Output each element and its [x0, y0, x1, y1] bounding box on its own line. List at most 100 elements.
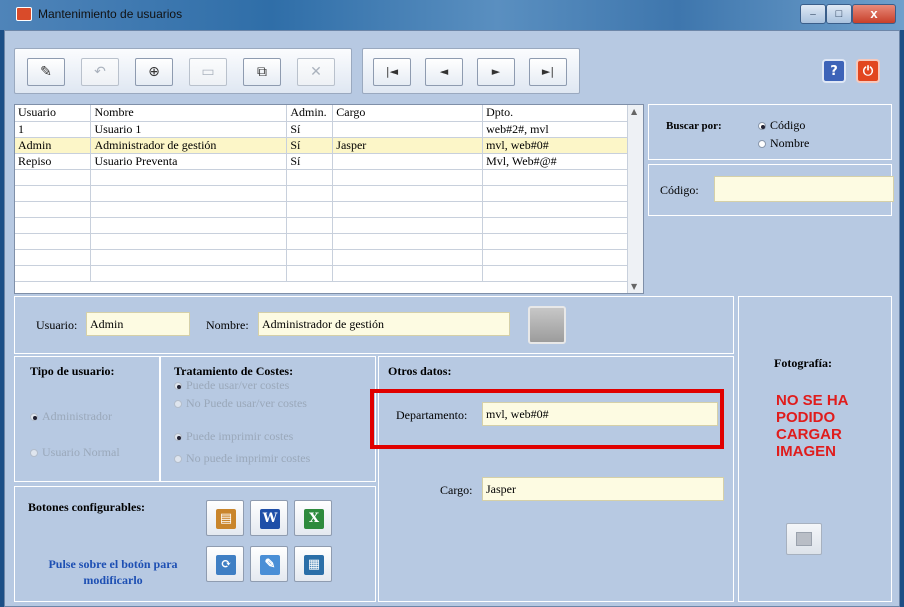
cell-usuario[interactable] [15, 249, 92, 266]
next-record-button[interactable]: ► [477, 58, 515, 86]
cell-dpto[interactable] [482, 169, 629, 186]
no-puede-ver-costes-label[interactable]: No Puede usar/ver costes [186, 396, 307, 411]
cargo-field[interactable]: Jasper [482, 477, 724, 501]
column-header-nombre[interactable]: Nombre [90, 105, 288, 122]
cell-cargo[interactable] [332, 201, 484, 218]
config-button-excel[interactable]: X [294, 500, 332, 536]
grid-scrollbar[interactable]: ▲ ▼ [627, 105, 643, 293]
table-row[interactable]: Repiso Usuario Preventa Sí Mvl, Web#@# [15, 153, 629, 170]
cell-dpto[interactable] [482, 233, 629, 250]
cell-admin[interactable] [286, 217, 334, 234]
cell-nombre[interactable] [90, 185, 288, 202]
config-button-word[interactable]: W [250, 500, 288, 536]
table-row[interactable]: 1 Usuario 1 Sí web#2#, mvl [15, 121, 629, 138]
cell-admin[interactable] [286, 265, 334, 282]
usuario-normal-radio[interactable] [30, 449, 38, 457]
search-by-nombre-radio[interactable] [758, 140, 766, 148]
cell-admin[interactable]: Sí [286, 137, 334, 154]
table-row[interactable] [15, 169, 629, 186]
usuario-normal-label[interactable]: Usuario Normal [42, 445, 120, 460]
cell-usuario[interactable] [15, 185, 92, 202]
minimize-button[interactable]: – [800, 4, 826, 24]
table-row[interactable] [15, 249, 629, 266]
last-record-button[interactable]: ►| [529, 58, 567, 86]
puede-ver-costes-radio[interactable] [174, 382, 182, 390]
column-header-usuario[interactable]: Usuario [15, 105, 92, 122]
cell-admin[interactable] [286, 249, 334, 266]
cell-nombre[interactable]: Usuario Preventa [90, 153, 288, 170]
close-button[interactable]: x [852, 4, 896, 24]
help-button[interactable]: ? [822, 59, 846, 83]
edit-button[interactable]: ✎ [27, 58, 65, 86]
search-by-nombre-label[interactable]: Nombre [770, 136, 809, 151]
cell-usuario[interactable] [15, 217, 92, 234]
first-record-button[interactable]: |◄ [373, 58, 411, 86]
maximize-button[interactable]: □ [826, 4, 852, 24]
table-row[interactable] [15, 201, 629, 218]
search-by-codigo-radio[interactable] [758, 122, 766, 130]
no-puede-imprimir-costes-label[interactable]: No puede imprimir costes [186, 451, 310, 466]
cell-nombre[interactable]: Administrador de gestión [90, 137, 288, 154]
no-puede-ver-costes-radio[interactable] [174, 400, 182, 408]
table-row[interactable] [15, 217, 629, 234]
copy-button[interactable]: ⧉ [243, 58, 281, 86]
table-row[interactable]: Admin Administrador de gestión Sí Jasper mvl… [15, 137, 629, 154]
cell-dpto[interactable] [482, 249, 629, 266]
cell-usuario[interactable]: Admin [15, 137, 92, 154]
cell-dpto[interactable] [482, 201, 629, 218]
cell-nombre[interactable] [90, 249, 288, 266]
cell-cargo[interactable] [332, 185, 484, 202]
column-header-admin[interactable]: Admin. [286, 105, 334, 122]
puede-ver-costes-label[interactable]: Puede usar/ver costes [186, 378, 289, 393]
cell-nombre[interactable] [90, 201, 288, 218]
cell-usuario[interactable]: 1 [15, 121, 92, 138]
column-header-cargo[interactable]: Cargo [332, 105, 484, 122]
config-button-sync[interactable]: ⟳ [206, 546, 244, 582]
cell-nombre[interactable] [90, 233, 288, 250]
cell-admin[interactable] [286, 201, 334, 218]
config-button-report[interactable]: ▤ [206, 500, 244, 536]
table-row[interactable] [15, 185, 629, 202]
cell-cargo[interactable] [332, 249, 484, 266]
undo-button[interactable]: ↶ [81, 58, 119, 86]
cell-admin[interactable]: Sí [286, 153, 334, 170]
scroll-down-icon[interactable]: ▼ [631, 282, 637, 291]
cell-usuario[interactable] [15, 233, 92, 250]
cell-cargo[interactable] [332, 233, 484, 250]
cell-admin[interactable] [286, 233, 334, 250]
delete-button[interactable]: ✕ [297, 58, 335, 86]
cell-nombre[interactable]: Usuario 1 [90, 121, 288, 138]
nombre-field[interactable]: Administrador de gestión [258, 312, 510, 336]
cell-dpto[interactable]: Mvl, Web#@# [482, 153, 629, 170]
puede-imprimir-costes-label[interactable]: Puede imprimir costes [186, 429, 293, 444]
cell-dpto[interactable] [482, 185, 629, 202]
cell-cargo[interactable] [332, 121, 484, 138]
cell-cargo[interactable] [332, 265, 484, 282]
cell-dpto[interactable] [482, 265, 629, 282]
cell-dpto[interactable]: web#2#, mvl [482, 121, 629, 138]
search-by-codigo-label[interactable]: Código [770, 118, 805, 133]
config-button-calculator[interactable]: ▦ [294, 546, 332, 582]
cell-admin[interactable]: Sí [286, 121, 334, 138]
cell-nombre[interactable] [90, 169, 288, 186]
cell-cargo[interactable] [332, 217, 484, 234]
puede-imprimir-costes-radio[interactable] [174, 433, 182, 441]
cell-cargo[interactable] [332, 169, 484, 186]
usuario-field[interactable]: Admin [86, 312, 190, 336]
cell-admin[interactable] [286, 185, 334, 202]
column-header-dpto[interactable]: Dpto. [482, 105, 629, 122]
prev-record-button[interactable]: ◄ [425, 58, 463, 86]
exit-button[interactable]: ⏻ [856, 59, 880, 83]
cell-usuario[interactable]: Repiso [15, 153, 92, 170]
load-photo-button[interactable] [786, 523, 822, 555]
new-record-button[interactable]: ⊕ [135, 58, 173, 86]
cell-nombre[interactable] [90, 265, 288, 282]
cell-nombre[interactable] [90, 217, 288, 234]
cell-usuario[interactable] [15, 265, 92, 282]
cell-cargo[interactable] [332, 153, 484, 170]
cell-usuario[interactable] [15, 169, 92, 186]
cell-cargo[interactable]: Jasper [332, 137, 484, 154]
config-button-notepad[interactable]: ✎ [250, 546, 288, 582]
cell-dpto[interactable] [482, 217, 629, 234]
cell-usuario[interactable] [15, 201, 92, 218]
